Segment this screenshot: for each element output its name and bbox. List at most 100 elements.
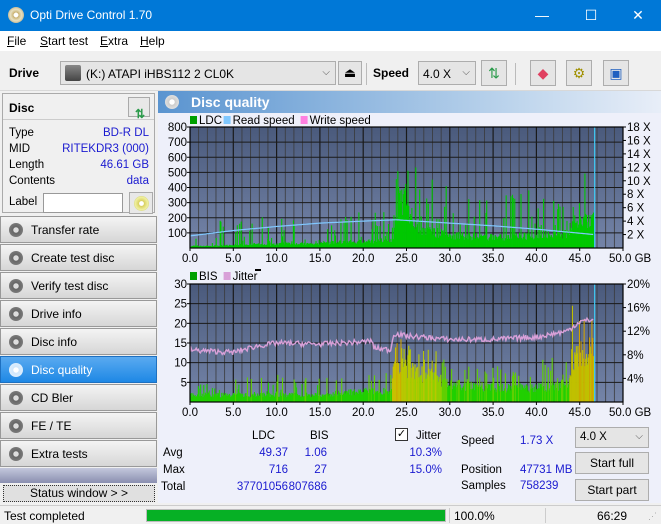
panel-header: Disc quality: [158, 91, 661, 113]
disc-gear-icon: [9, 391, 23, 405]
resize-grip-icon[interactable]: ⋰: [648, 511, 657, 522]
eject-button[interactable]: ⏏: [338, 61, 362, 85]
nav-extra-tests[interactable]: Extra tests: [0, 440, 157, 467]
speed-select[interactable]: 4.0 X ⌵: [418, 61, 476, 85]
stats-col-ldc: LDC: [252, 430, 276, 442]
gears-icon: ⚙: [572, 65, 586, 81]
nav-filler: [0, 468, 157, 483]
nav-verify-test-disc[interactable]: Verify test disc: [0, 272, 157, 299]
nav-label: Extra tests: [31, 447, 88, 461]
status-window-button[interactable]: Status window > >: [3, 485, 155, 502]
stats-max-label: Max: [163, 464, 185, 476]
y2-tick-label: 16%: [627, 303, 650, 315]
y2-tick-label: 12%: [627, 326, 650, 338]
nav-transfer-rate[interactable]: Transfer rate: [0, 216, 157, 243]
ldc-bar: [592, 212, 595, 248]
ldc-bar: [251, 223, 253, 248]
close-button[interactable]: ✕: [615, 0, 661, 31]
stats-avg-bis: 1.06: [304, 447, 327, 459]
maximize-button[interactable]: ☐: [568, 0, 614, 31]
x-tick-label: 35.0: [482, 253, 504, 263]
x-tick-label: 10.0: [265, 253, 287, 263]
disc-type-key: Type: [9, 127, 34, 139]
ldc-bar: [220, 221, 222, 248]
chevron-down-icon: ⌵: [635, 431, 643, 442]
drive-select[interactable]: (K:) ATAPI iHBS112 2 CL0K ⌵: [60, 61, 336, 85]
save-button[interactable]: ▣: [603, 60, 629, 86]
nav-cd-bler[interactable]: CD Bler: [0, 384, 157, 411]
disc-type-value: BD-R DL: [102, 127, 149, 139]
legend-label: Write speed: [310, 115, 371, 127]
x-tick-label: 45.0: [569, 407, 591, 419]
y-tick-label: 600: [168, 152, 187, 164]
disc-gear-icon: [9, 419, 23, 433]
menu-start-test[interactable]: Start test: [40, 34, 88, 48]
x-tick-label: 30.0: [439, 407, 461, 419]
disc-mid-key: MID: [9, 143, 31, 155]
menu-help[interactable]: Help: [140, 34, 165, 48]
ldc-chart: 800 700 600 500 400 300 200 100 18 X16 X 14 X12 X…: [168, 115, 652, 263]
disc-mid-value: RITEKDR3 (000): [62, 143, 149, 155]
disc-gear-icon: [165, 95, 179, 109]
legend-label: LDC: [199, 115, 222, 127]
x-tick-label: 5.0: [225, 407, 241, 419]
disc-refresh-button[interactable]: ⇅: [128, 97, 150, 121]
stats-total-label: Total: [161, 481, 186, 493]
ldc-bar: [236, 225, 238, 248]
y2-tick-label: 10 X: [627, 176, 651, 188]
disc-gear-icon: [9, 335, 23, 349]
nav-fe-te[interactable]: FE / TE: [0, 412, 157, 439]
disc-quality-panel: Disc quality 800 700 600 500 400 300 200 100 18 …: [158, 91, 661, 503]
menu-extra[interactable]: Extra: [100, 34, 128, 48]
refresh-speed-button[interactable]: ⇅: [481, 60, 507, 86]
sidebar: Disc ⇅ Type BD-R DL MID RITEKDR3 (000) Len…: [0, 91, 157, 503]
y-tick-label: 20: [174, 318, 187, 330]
stats-col-bis: BIS: [310, 430, 329, 442]
test-speed-select[interactable]: 4.0 X ⌵: [575, 427, 649, 448]
menu-file[interactable]: File: [7, 34, 26, 48]
x-tick-label: 25.0: [395, 253, 417, 263]
speed-label: Speed: [373, 66, 410, 80]
x-tick-label: 35.0: [482, 407, 504, 419]
stats-total-bis: 807686: [288, 481, 327, 493]
erase-button[interactable]: ◆: [530, 60, 556, 86]
disc-label-input[interactable]: [43, 193, 123, 213]
y-tick-label: 10: [174, 358, 187, 370]
nav-drive-info[interactable]: Drive info: [0, 300, 157, 327]
jitter-checkbox[interactable]: ✓: [395, 428, 408, 441]
stats-avg-ldc: 49.37: [259, 447, 288, 459]
x-tick-label: 15.0: [309, 253, 331, 263]
position-value: 47731 MB: [520, 464, 573, 476]
legend-swatch: [190, 116, 197, 124]
legend-label: Read speed: [233, 115, 295, 127]
samples-value: 758239: [520, 480, 559, 492]
y2-tick-label: 12 X: [627, 162, 651, 174]
y2-tick-label: 14 X: [627, 149, 651, 161]
x-tick-label: 5.0: [225, 253, 241, 263]
title-bar: Opti Drive Control 1.70 — ☐ ✕: [0, 0, 661, 31]
start-part-button[interactable]: Start part: [575, 479, 649, 501]
stats-panel: LDC BIS ✓ Jitter Avg 49.37 1.06 10.3% Ma…: [158, 427, 661, 503]
panel-title: Disc quality: [191, 94, 270, 110]
settings-button[interactable]: ⚙: [566, 60, 592, 86]
start-full-button[interactable]: Start full: [575, 452, 649, 474]
nav-disc-quality[interactable]: Disc quality: [0, 356, 157, 383]
stats-max-jitter: 15.0%: [409, 464, 442, 476]
disc-label-button[interactable]: [129, 192, 153, 214]
y2-tick-label: 4%: [627, 373, 644, 385]
nav-disc-info[interactable]: Disc info: [0, 328, 157, 355]
y-tick-label: 800: [168, 122, 187, 134]
y2-tick-label: 16 X: [627, 135, 651, 147]
floppy-disk-icon: ▣: [609, 65, 623, 81]
y-tick-label: 30: [174, 279, 187, 291]
y2-tick-label: 18 X: [627, 122, 651, 134]
nav-label: FE / TE: [31, 419, 72, 433]
disc-gear-icon: [9, 447, 23, 461]
legend-label: BIS: [199, 271, 218, 283]
minimize-button[interactable]: —: [519, 0, 565, 31]
disc-contents-row: Contents data: [9, 175, 149, 191]
toolbar: Drive (K:) ATAPI iHBS112 2 CL0K ⌵ ⏏ Spee…: [0, 51, 661, 91]
nav-create-test-disc[interactable]: Create test disc: [0, 244, 157, 271]
legend-marker: [255, 269, 261, 271]
refresh-arrows-icon: ⇅: [488, 65, 500, 81]
